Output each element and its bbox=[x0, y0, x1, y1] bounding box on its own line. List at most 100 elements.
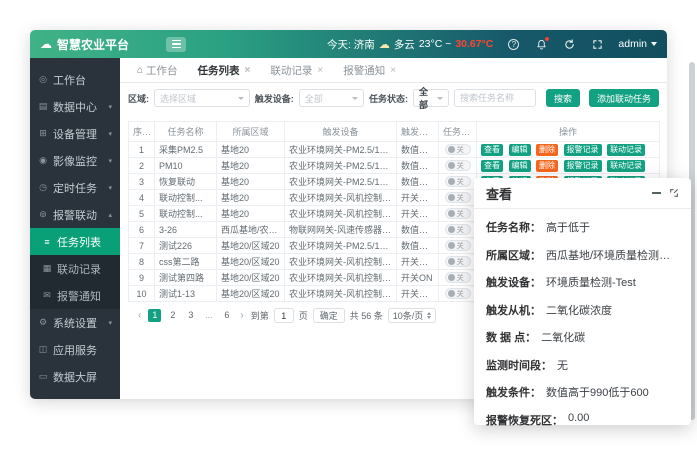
cell-task-name: 采集PM2.5 bbox=[155, 142, 217, 158]
sidebar-item-scheduled-tasks[interactable]: ◷ 定时任务 ▾ bbox=[30, 174, 120, 201]
goto-page-input[interactable] bbox=[274, 308, 294, 323]
cell-trigger-device: 农业环境网关-PM2.5/10-PM2.5 bbox=[285, 174, 397, 190]
cell-task-status: 关 bbox=[439, 190, 477, 206]
tab-close-icon[interactable]: × bbox=[390, 65, 396, 76]
task-status-toggle[interactable]: 关 bbox=[445, 208, 471, 219]
linkage-record-button[interactable]: 联动记录 bbox=[607, 160, 645, 172]
tab-linkage-records[interactable]: 联动记录 × bbox=[261, 58, 332, 82]
cell-region: 基地20 bbox=[217, 142, 285, 158]
cell-operations: 查看 编辑 删除 报警记录 联动记录 bbox=[477, 158, 660, 174]
table-header-row: 序号 任务名称 所属区域 触发设备 触发条件 任务状态 bbox=[129, 122, 660, 142]
task-status-toggle[interactable]: 关 bbox=[445, 160, 471, 171]
delete-button[interactable]: 删除 bbox=[536, 144, 558, 156]
goto-confirm-button[interactable]: 确定 bbox=[313, 308, 345, 323]
delete-button[interactable]: 删除 bbox=[536, 160, 558, 172]
toggle-knob-icon bbox=[448, 242, 455, 249]
sidebar-subitem-linkage-records[interactable]: ▦ 联动记录 bbox=[30, 255, 120, 282]
tab-workbench[interactable]: ⌂ 工作台 × bbox=[128, 58, 187, 82]
search-button[interactable]: 搜索 bbox=[546, 89, 580, 107]
task-status-toggle[interactable]: 关 bbox=[445, 272, 471, 283]
toggle-off-label: 关 bbox=[457, 274, 465, 282]
toggle-off-label: 关 bbox=[457, 162, 465, 170]
sidebar-collapse-button[interactable] bbox=[166, 37, 186, 52]
next-page-button[interactable]: › bbox=[238, 310, 245, 321]
edit-button[interactable]: 编辑 bbox=[509, 144, 531, 156]
tab-close-icon[interactable]: × bbox=[317, 65, 323, 76]
dialog-header: 查看 bbox=[474, 178, 691, 209]
sidebar-subitem-alarm-notice[interactable]: ✉ 报警通知 bbox=[30, 282, 120, 309]
field-value: 二氧化碳浓度 bbox=[546, 302, 612, 318]
maximize-icon[interactable] bbox=[669, 188, 679, 198]
task-status-toggle[interactable]: 关 bbox=[445, 176, 471, 187]
sidebar-item-system-settings[interactable]: ⚙ 系统设置 ▾ bbox=[30, 309, 120, 336]
view-button[interactable]: 查看 bbox=[481, 160, 503, 172]
view-button[interactable]: 查看 bbox=[481, 144, 503, 156]
tab-alarm-notice[interactable]: 报警通知 × bbox=[334, 58, 405, 82]
cell-seq: 7 bbox=[129, 238, 155, 254]
notifications-button[interactable] bbox=[534, 37, 549, 52]
page-button[interactable]: ... bbox=[202, 309, 215, 322]
task-status-toggle[interactable]: 关 bbox=[445, 144, 471, 155]
fullscreen-button[interactable] bbox=[590, 37, 605, 52]
table-row: 2 PM10 基地20 农业环境网关-PM2.5/10-PM10- 数值介于..… bbox=[129, 158, 660, 174]
weather-condition: 多云 bbox=[394, 37, 415, 52]
help-button[interactable]: ? bbox=[506, 37, 521, 52]
sidebar-item-data-screen[interactable]: ▭ 数据大屏 bbox=[30, 363, 120, 390]
task-status-toggle[interactable]: 关 bbox=[445, 256, 471, 267]
tab-close-icon[interactable]: × bbox=[245, 65, 251, 76]
task-list-icon: ≡ bbox=[42, 237, 52, 247]
cell-task-status: 关 bbox=[439, 174, 477, 190]
tab-label: 任务列表 bbox=[198, 63, 240, 78]
sidebar-item-workbench[interactable]: ◎ 工作台 bbox=[30, 66, 120, 93]
sidebar-item-video-monitoring[interactable]: ◉ 影像监控 ▾ bbox=[30, 147, 120, 174]
page-button[interactable]: 6 bbox=[220, 309, 233, 322]
dialog-field: 所属区域： 西瓜基地/环境质量检测系统 bbox=[486, 247, 679, 263]
cell-region: 基地20/区域20 bbox=[217, 286, 285, 302]
chevron-down-icon bbox=[352, 97, 358, 100]
cell-task-status: 关 bbox=[439, 222, 477, 238]
sidebar-item-app-services[interactable]: ◫ 应用服务 bbox=[30, 336, 120, 363]
region-select[interactable]: 选择区域 bbox=[154, 89, 250, 107]
page-button[interactable]: 2 bbox=[166, 309, 179, 322]
prev-page-button[interactable]: ‹ bbox=[136, 310, 143, 321]
cell-trigger-device: 农业环境网关-PM2.5/10-PM2.5 bbox=[285, 238, 397, 254]
cell-seq: 1 bbox=[129, 142, 155, 158]
sidebar-subitem-task-list[interactable]: ≡ 任务列表 bbox=[30, 228, 120, 255]
page-button[interactable]: 1 bbox=[148, 309, 161, 322]
page-size-select[interactable]: 10条/页 bbox=[388, 308, 437, 323]
dialog-field: 报警恢复死区： 0.00 bbox=[486, 412, 679, 428]
trigger-device-select[interactable]: 全部 bbox=[299, 89, 364, 107]
cell-region: 基地20 bbox=[217, 174, 285, 190]
page-button[interactable]: 3 bbox=[184, 309, 197, 322]
cell-task-name: 恢复联动 bbox=[155, 174, 217, 190]
alarm-record-button[interactable]: 报警记录 bbox=[564, 144, 602, 156]
task-status-toggle[interactable]: 关 bbox=[445, 288, 471, 299]
sidebar-item-alarm-linkage[interactable]: ⊚ 报警联动 ▴ bbox=[30, 201, 120, 228]
task-status-toggle[interactable]: 关 bbox=[445, 240, 471, 251]
edit-button[interactable]: 编辑 bbox=[509, 160, 531, 172]
column-header: 操作 bbox=[477, 122, 660, 142]
sidebar-item-data-center[interactable]: ▤ 数据中心 ▾ bbox=[30, 93, 120, 120]
task-status-toggle[interactable]: 关 bbox=[445, 224, 471, 235]
task-status-toggle[interactable]: 关 bbox=[445, 192, 471, 203]
dialog-body: 任务名称： 高于低于 所属区域： 西瓜基地/环境质量检测系统 触发设备： 环境质… bbox=[474, 209, 691, 449]
dialog-field: 任务名称： 高于低于 bbox=[486, 219, 679, 235]
linkage-record-button[interactable]: 联动记录 bbox=[607, 144, 645, 156]
dialog-field: 触发条件： 数值高于990低于600 bbox=[486, 384, 679, 400]
alarm-record-button[interactable]: 报警记录 bbox=[564, 160, 602, 172]
add-linkage-task-button[interactable]: 添加联动任务 bbox=[589, 89, 659, 107]
task-status-select[interactable]: 全部 bbox=[413, 89, 449, 107]
task-search-input[interactable] bbox=[454, 89, 536, 107]
tab-task-list[interactable]: 任务列表 × bbox=[189, 58, 260, 82]
cell-seq: 6 bbox=[129, 222, 155, 238]
minimize-icon[interactable] bbox=[652, 192, 661, 194]
sidebar-item-label: 报警通知 bbox=[57, 288, 101, 304]
refresh-button[interactable] bbox=[562, 37, 577, 52]
cell-trigger-condition: 数值介于... bbox=[397, 142, 439, 158]
cell-trigger-device: 农业环境网关-风机控制-第四路 bbox=[285, 270, 397, 286]
toggle-off-label: 关 bbox=[457, 242, 465, 250]
user-menu[interactable]: admin bbox=[618, 38, 657, 50]
chevron-down-icon bbox=[437, 97, 443, 100]
sidebar-item-device-management[interactable]: ⊞ 设备管理 ▾ bbox=[30, 120, 120, 147]
cell-task-name: 3-26 bbox=[155, 222, 217, 238]
